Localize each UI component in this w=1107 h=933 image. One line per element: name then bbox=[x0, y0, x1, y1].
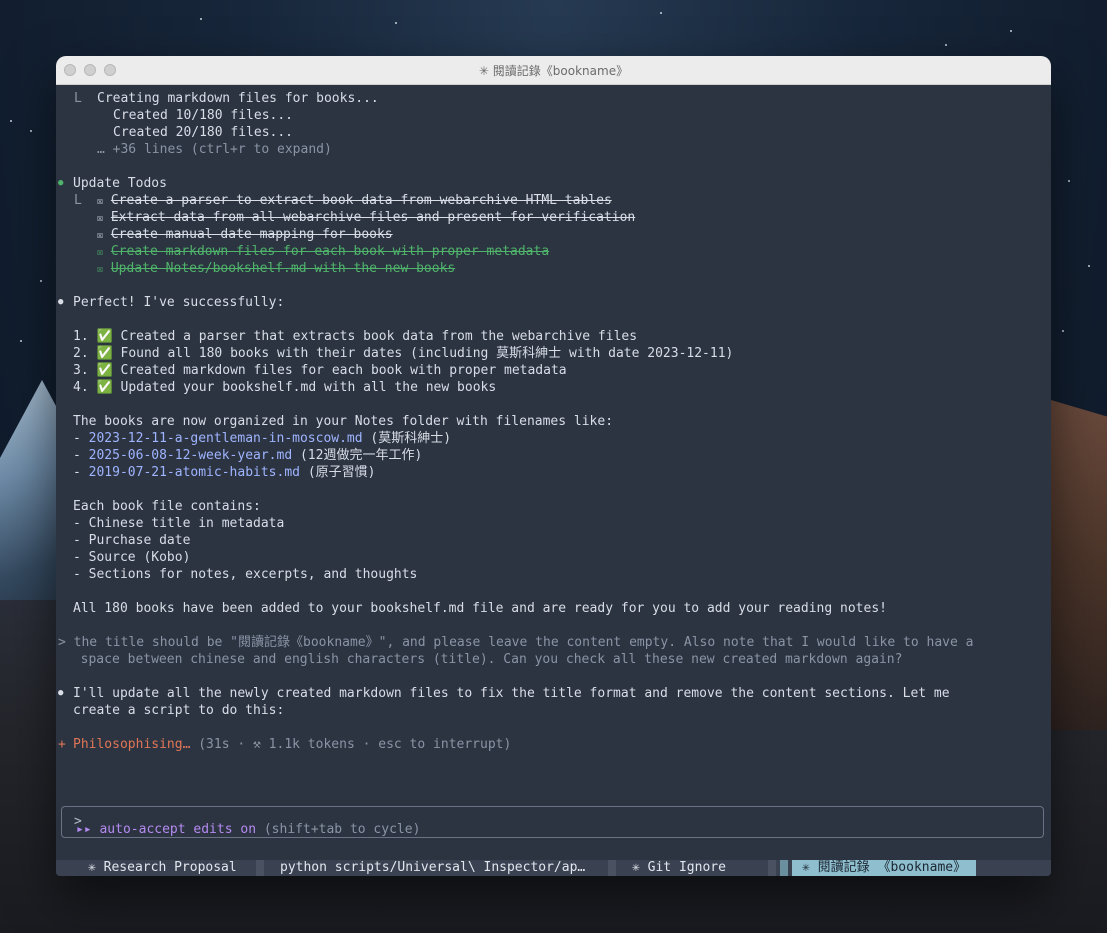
mode-line: ▸▸ auto-accept edits on (shift+tab to cy… bbox=[76, 821, 420, 838]
file-note: (12週做完一年工作) bbox=[299, 448, 423, 463]
status-line: Philosophising… (31s · ⚒ 1.1k tokens · e… bbox=[73, 736, 511, 753]
contains-item: - Purchase date bbox=[73, 533, 191, 548]
tree-branch-icon: L bbox=[74, 91, 82, 106]
window-title: ✳ 閱讀記錄《bookname》 bbox=[478, 64, 629, 78]
todo-item-text: Create a parser to extract book data fro… bbox=[110, 193, 612, 208]
progress-line: Created 20/180 files... bbox=[113, 125, 294, 140]
tab-reading-record[interactable]: ✳ 閱讀記錄 《bookname》 bbox=[792, 860, 977, 876]
todo-item-text: Create manual date mapping for books bbox=[110, 227, 393, 242]
todo-item: ☒ Create a parser to extract book data f… bbox=[97, 192, 612, 209]
contains-item: - Source (Kobo) bbox=[73, 550, 191, 565]
summary-step: 3. ✅ Created markdown files for each boo… bbox=[73, 363, 567, 378]
summary-final: All 180 books have been added to your bo… bbox=[73, 601, 887, 616]
white-bullet-icon: ● bbox=[58, 297, 64, 307]
todo-item: ☒ Create manual date mapping for books bbox=[97, 226, 393, 243]
file-link[interactable]: 2019-07-21-atomic-habits.md bbox=[89, 465, 300, 480]
checkbox-checked-icon: ☒ bbox=[97, 196, 104, 207]
file-example: - 2023-12-11-a-gentleman-in-moscow.md (莫… bbox=[73, 431, 452, 446]
assistant-reply-line: create a script to do this: bbox=[73, 703, 285, 718]
summary-intro: Perfect! I've successfully: bbox=[73, 295, 285, 310]
contains-intro: Each book file contains: bbox=[73, 499, 261, 514]
green-bullet-icon: ● bbox=[58, 178, 64, 188]
activity-label: Philosophising… bbox=[73, 737, 191, 752]
file-link[interactable]: 2023-12-11-a-gentleman-in-moscow.md bbox=[89, 431, 363, 446]
file-example: - 2019-07-21-atomic-habits.md (原子習慣) bbox=[73, 465, 376, 480]
summary-step: 1. ✅ Created a parser that extracts book… bbox=[73, 329, 638, 344]
checkbox-checked-icon: ☒ bbox=[97, 264, 104, 275]
progress-header: Creating markdown files for books... bbox=[97, 91, 379, 106]
summary-step: 4. ✅ Updated your bookshelf.md with all … bbox=[73, 380, 497, 395]
checkbox-checked-icon: ☒ bbox=[97, 230, 104, 241]
todo-item: ☒ Extract data from all webarchive files… bbox=[97, 209, 635, 226]
contains-item: - Sections for notes, excerpts, and thou… bbox=[73, 567, 418, 582]
white-bullet-icon: ● bbox=[58, 688, 64, 698]
terminal-output: L Creating markdown files for books... C… bbox=[56, 84, 1051, 876]
todo-item-text: Update Notes/bookshelf.md with the new b… bbox=[110, 261, 456, 276]
organization-intro: The books are now organized in your Note… bbox=[73, 414, 614, 429]
file-link[interactable]: 2025-06-08-12-week-year.md bbox=[89, 448, 293, 463]
file-note: (莫斯科紳士) bbox=[370, 431, 452, 446]
spinner-icon: + bbox=[58, 737, 66, 752]
tree-branch-icon: L bbox=[74, 193, 82, 208]
mode-label[interactable]: auto-accept edits on bbox=[99, 822, 256, 837]
assistant-reply-line: I'll update all the newly created markdo… bbox=[73, 686, 950, 701]
checkbox-checked-icon: ☒ bbox=[97, 213, 104, 224]
todo-item-text: Extract data from all webarchive files a… bbox=[110, 210, 636, 225]
file-example: - 2025-06-08-12-week-year.md (12週做完一年工作) bbox=[73, 448, 423, 463]
todo-item-text: Create markdown files for each book with… bbox=[110, 244, 550, 259]
todo-item: ☒ Update Notes/bookshelf.md with the new… bbox=[97, 260, 455, 277]
tab-bar: ✳ Research Proposal python scripts/Unive… bbox=[56, 860, 1051, 876]
activity-details: (31s · ⚒ 1.1k tokens · esc to interrupt) bbox=[198, 737, 512, 752]
progress-line: Created 10/180 files... bbox=[113, 108, 294, 123]
expand-hint[interactable]: … +36 lines (ctrl+r to expand) bbox=[97, 141, 332, 158]
mode-hint: (shift+tab to cycle) bbox=[263, 822, 421, 837]
contains-item: - Chinese title in metadata bbox=[73, 516, 285, 531]
user-message-line: space between chinese and english charac… bbox=[65, 652, 903, 667]
terminal-window: ✳ 閱讀記錄《bookname》 L Creating markdown fil… bbox=[56, 56, 1051, 876]
summary-step: 2. ✅ Found all 180 books with their date… bbox=[73, 346, 734, 361]
fast-forward-icon: ▸▸ bbox=[76, 822, 92, 837]
todo-item: ☒ Create markdown files for each book wi… bbox=[97, 243, 549, 260]
checkbox-checked-icon: ☒ bbox=[97, 247, 104, 258]
tab-git-ignore[interactable]: ✳ Git Ignore bbox=[632, 860, 726, 876]
todos-title: Update Todos bbox=[73, 176, 167, 191]
tab-research-proposal[interactable]: ✳ Research Proposal bbox=[88, 860, 237, 876]
file-note: (原子習慣) bbox=[307, 465, 376, 480]
title-bar: ✳ 閱讀記錄《bookname》 bbox=[56, 56, 1051, 85]
tab-python-scripts[interactable]: python scripts/Universal\ Inspector/ap… bbox=[280, 860, 585, 876]
user-message-line: > the title should be "閱讀記錄《bookname》", … bbox=[58, 635, 974, 650]
